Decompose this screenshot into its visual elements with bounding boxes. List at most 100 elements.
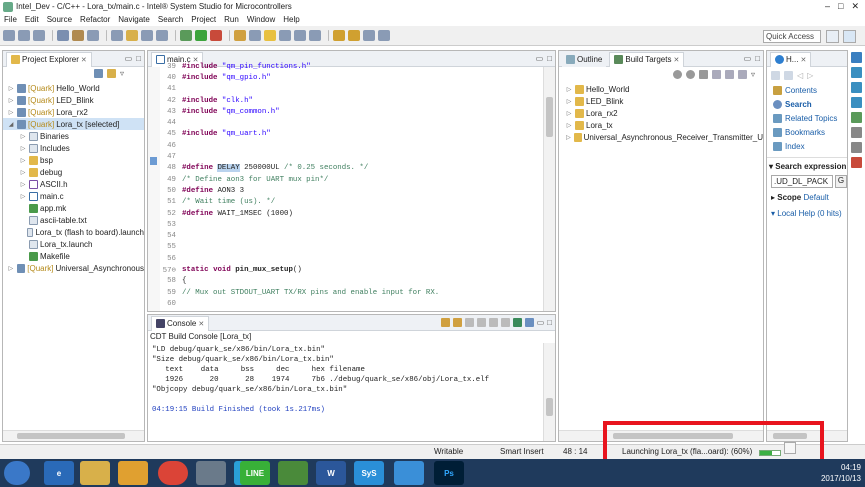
prev-annotation-icon[interactable] [294,30,306,41]
debug-icon[interactable] [180,30,192,41]
collapse-all-icon[interactable] [93,69,103,78]
save-all-icon[interactable] [33,30,45,41]
vertical-scrollbar[interactable] [543,67,555,311]
build-target-icon[interactable] [672,69,682,79]
build-icon[interactable] [57,30,69,41]
back-icon[interactable] [333,30,345,41]
tree-item[interactable]: ▷ Binaries [3,130,144,142]
tree-item[interactable]: ▷ Universal_Asynchronous_Receiver_Transmi… [559,131,763,143]
open-type-icon[interactable] [234,30,246,41]
search-icon[interactable] [249,30,261,41]
maximize-view-icon[interactable]: □ [547,54,552,63]
word-icon[interactable]: W [316,461,346,485]
tree-item[interactable]: ▷ Lora_rx2 [559,107,763,119]
menu-run[interactable]: Run [220,15,243,24]
help-link-contents[interactable]: Contents [767,83,847,97]
code-line[interactable]: 40 #include "qm_gpio.h" [160,72,543,83]
tree-item[interactable]: ▷ debug [3,166,144,178]
expand-icon[interactable]: ▷ [19,193,27,200]
code-line[interactable]: 52 #define WAIT_1MSEC (1000) [160,208,543,219]
open-console-icon[interactable] [512,318,522,327]
expand-icon[interactable]: ▷ [7,109,15,116]
tree-item[interactable]: ▷ Includes [3,142,144,154]
chrome-icon[interactable] [158,461,188,485]
horizontal-scrollbar[interactable] [3,430,144,441]
copy-icon[interactable] [476,318,486,327]
edit-target-icon[interactable] [698,69,708,79]
minimize-view-icon[interactable]: ▭ [537,318,545,327]
pin-console-icon[interactable] [452,318,462,327]
code-line[interactable]: 44 [160,117,543,128]
tree-item[interactable]: ▷ [Quark] LED_Blink [3,94,144,106]
expand-icon[interactable]: ▷ [19,157,27,164]
code-line[interactable]: 46 [160,140,543,151]
local-help-row[interactable]: ▾ Local Help (0 hits) [767,207,847,220]
menu-search[interactable]: Search [154,15,187,24]
expand-icon[interactable]: ▷ [565,110,573,117]
view-menu-icon[interactable]: ▿ [751,70,755,79]
search-expression-input[interactable]: .UD_DL_PACK [771,175,833,188]
expand-icon[interactable]: ▷ [565,98,573,105]
expand-icon[interactable]: ▷ [19,181,27,188]
menu-source[interactable]: Source [43,15,76,24]
new-icon[interactable] [3,30,15,41]
close-button[interactable]: ✕ [851,1,859,12]
cpp-perspective-icon[interactable] [843,30,856,43]
code-line[interactable]: 47 [160,151,543,162]
show-in-contents-icon[interactable] [771,70,780,80]
forward-icon[interactable]: ▷ [807,71,813,80]
tree-item[interactable]: ▷ main.c [3,190,144,202]
menu-window[interactable]: Window [243,15,279,24]
run-icon[interactable] [195,30,207,41]
maximize-view-icon[interactable]: □ [136,54,141,63]
menu-edit[interactable]: Edit [21,15,43,24]
tab-build-targets[interactable]: Build Targets ✕ [609,51,685,67]
tree-item[interactable]: ▷ [Quark] Hello_World [3,82,144,94]
menu-file[interactable]: File [0,15,21,24]
help-link-search[interactable]: Search [767,97,847,111]
code-line[interactable]: 39 #include "qm_pin_functions.h" [160,61,543,72]
close-icon[interactable]: ✕ [800,56,806,64]
home-icon[interactable] [711,69,721,79]
tree-item[interactable]: ▷ [Quark] Lora_rx2 [3,106,144,118]
code-area[interactable]: 39 #include "qm_pin_functions.h" 40 #includ… [160,61,543,311]
back-icon[interactable]: ◁ [797,71,803,80]
forward-icon[interactable] [348,30,360,41]
format-icon[interactable] [309,30,321,41]
minimized-view-icon[interactable] [851,82,862,93]
display-console-icon[interactable] [524,318,534,327]
app-icon[interactable] [278,461,308,485]
menu-project[interactable]: Project [187,15,220,24]
close-icon[interactable]: ✕ [673,56,679,64]
tree-item[interactable]: ▷ bsp [3,154,144,166]
code-line[interactable]: 60 [160,298,543,309]
menu-help[interactable]: Help [279,15,303,24]
photoshop-icon[interactable]: Ps [434,461,464,485]
go-button[interactable]: G [835,175,847,188]
code-line[interactable]: 42 #include "clk.h" [160,95,543,106]
external-tools-icon[interactable] [210,30,222,41]
hammer-icon[interactable] [72,30,84,41]
menu-refactor[interactable]: Refactor [76,15,114,24]
clean-icon[interactable] [87,30,99,41]
maximize-button[interactable]: □ [838,1,843,12]
expand-icon[interactable]: ▷ [7,97,15,104]
new-target-icon[interactable] [685,69,695,79]
new-file-icon[interactable] [156,30,168,41]
code-line[interactable]: 45 #include "qm_uart.h" [160,129,543,140]
view-menu-icon[interactable]: ▿ [120,69,124,78]
last-edit-icon[interactable] [363,30,375,41]
pin-icon[interactable] [378,30,390,41]
code-line[interactable]: 61 qm_pmux_select(QM_PIN_ID_17, QM_PIN_1… [160,310,543,311]
collapse-icon[interactable]: ◢ [7,121,15,128]
open-perspective-icon[interactable] [826,30,839,43]
tree-item[interactable]: ▷ Lora_tx [559,119,763,131]
new-class-icon[interactable] [141,30,153,41]
tab-help[interactable]: H... ✕ [770,51,812,67]
maximize-view-icon[interactable]: □ [755,54,760,63]
new-folder-icon[interactable] [126,30,138,41]
scroll-lock-icon[interactable] [440,318,450,327]
home-icon[interactable] [784,70,793,80]
minimize-view-icon[interactable]: ▭ [744,54,752,63]
code-line[interactable]: 57⊖ static void pin_mux_setup() [160,264,543,275]
